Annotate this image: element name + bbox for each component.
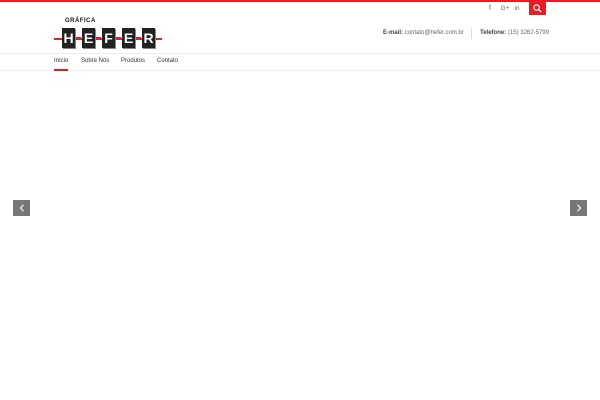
contact-phone: Telefone: (15) 3262-5799	[480, 30, 549, 36]
linkedin-icon[interactable]: in	[510, 2, 524, 15]
logo-letter: E	[122, 28, 135, 48]
logo-letter: R	[142, 28, 155, 48]
logo-letter: E	[82, 28, 95, 48]
search-button[interactable]	[529, 2, 546, 15]
slider-next-button[interactable]	[570, 200, 587, 216]
contact-email: E-mail: contato@hefer.com.br	[383, 30, 464, 36]
logo-letter: F	[102, 28, 115, 48]
search-icon	[533, 4, 542, 13]
email-label: E-mail:	[383, 30, 404, 36]
chevron-right-icon	[576, 204, 581, 212]
nav-item-inicio[interactable]: Início	[54, 58, 69, 71]
topbar: f G+ in	[0, 2, 600, 15]
phone-label: Telefone:	[480, 30, 507, 36]
logo-dash	[136, 37, 141, 39]
main-nav: Início Sobre Nós Produtos Contato	[0, 53, 600, 71]
contact-divider	[471, 28, 472, 39]
logo-dash	[76, 37, 81, 39]
logo-dash	[116, 37, 121, 39]
slider-prev-button[interactable]	[13, 200, 30, 216]
logo-dash	[96, 37, 101, 39]
facebook-icon[interactable]: f	[483, 2, 497, 15]
logo[interactable]: GRÁFICA H E F E R	[54, 18, 164, 50]
hero-slider	[0, 71, 600, 400]
logo-letter: H	[62, 28, 75, 48]
chevron-left-icon	[19, 204, 24, 212]
site-header: GRÁFICA H E F E R E-mail: contato@hefer.…	[0, 15, 600, 53]
logo-word: GRÁFICA	[65, 18, 96, 24]
email-value[interactable]: contato@hefer.com.br	[405, 30, 464, 36]
nav-item-produtos[interactable]: Produtos	[121, 58, 145, 64]
nav-item-contato[interactable]: Contato	[157, 58, 178, 64]
nav-item-sobre-nos[interactable]: Sobre Nós	[81, 58, 109, 64]
phone-value: (15) 3262-5799	[507, 30, 549, 36]
